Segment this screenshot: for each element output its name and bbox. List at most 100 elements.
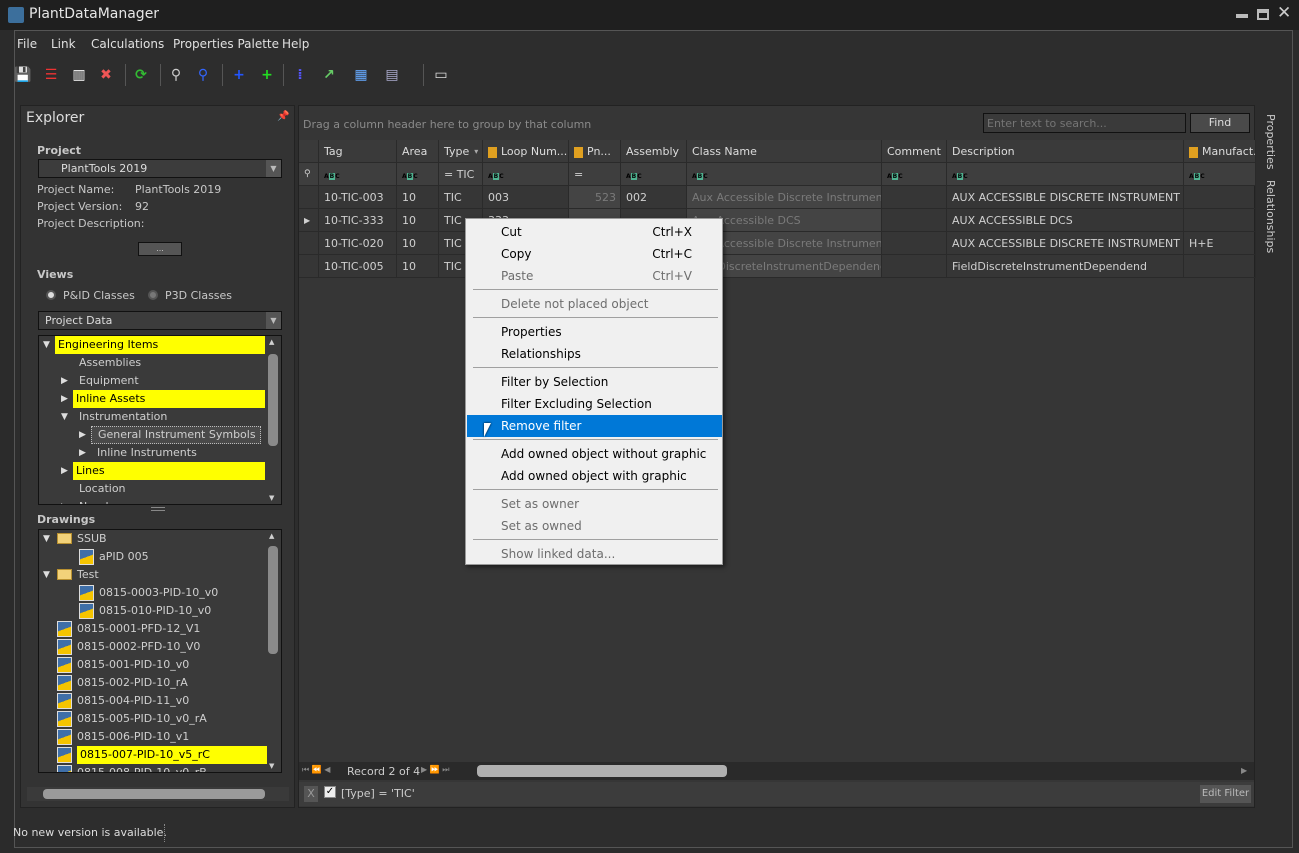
tree-item[interactable]: Engineering Items: [55, 336, 265, 354]
pin-icon[interactable]: 📌: [277, 111, 289, 122]
find-replace-icon[interactable]: ⚲: [194, 66, 212, 84]
drawing-item[interactable]: 0815-005-PID-10_v0_rA: [77, 710, 207, 728]
delete-icon[interactable]: ✖: [97, 66, 115, 84]
maximize-button[interactable]: [1257, 9, 1269, 20]
column-header-comment[interactable]: Comment: [882, 140, 947, 163]
group-by-area[interactable]: Drag a column header here to group by th…: [303, 118, 591, 131]
row-indicator[interactable]: [299, 232, 319, 255]
splitter-handle[interactable]: [151, 507, 165, 511]
filter-cell[interactable]: ABC: [397, 163, 439, 186]
tree-item[interactable]: Inline Instruments: [91, 444, 197, 462]
drawing-item[interactable]: SSUB: [77, 530, 107, 548]
grid-cell[interactable]: [882, 255, 947, 278]
grid-cell[interactable]: 10-TIC-003: [319, 186, 397, 209]
drawing-item[interactable]: 0815-004-PID-11_v0: [77, 692, 189, 710]
filter-funnel-icon[interactable]: ▾: [474, 147, 478, 156]
filter-cell[interactable]: ABC: [1184, 163, 1256, 186]
export-icon[interactable]: ↗: [320, 66, 338, 84]
tree-item[interactable]: Lines: [73, 462, 265, 480]
drawing-item[interactable]: 0815-0001-PFD-12_V1: [77, 620, 200, 638]
grid-cell[interactable]: 10-TIC-333: [319, 209, 397, 232]
drawing-item[interactable]: 0815-010-PID-10_v0: [99, 602, 211, 620]
drawing-item[interactable]: 0815-007-PID-10_v5_rC: [77, 746, 267, 764]
drawing-item[interactable]: 0815-002-PID-10_rA: [77, 674, 188, 692]
filter-cell[interactable]: =: [569, 163, 621, 186]
tree-item[interactable]: Assemblies: [73, 354, 141, 372]
grid-cell[interactable]: 523: [569, 186, 621, 209]
close-report-icon[interactable]: ▭: [432, 66, 450, 84]
columns-icon[interactable]: ▥: [70, 66, 88, 84]
grid-cell[interactable]: 003: [483, 186, 569, 209]
row-indicator[interactable]: [299, 255, 319, 278]
tree-item[interactable]: Instrumentation: [73, 408, 167, 426]
tree-item[interactable]: Inline Assets: [73, 390, 265, 408]
grid-cell[interactable]: AUX ACCESSIBLE DISCRETE INSTRUMENT: [947, 232, 1184, 255]
grid-cell[interactable]: 10: [397, 186, 439, 209]
grid-cell[interactable]: 10-TIC-020: [319, 232, 397, 255]
tree-item[interactable]: Location: [73, 480, 126, 498]
row-indicator[interactable]: [299, 186, 319, 209]
menu-calculations[interactable]: Calculations: [91, 37, 164, 51]
grid-cell[interactable]: [1184, 186, 1256, 209]
drawings-scrollbar[interactable]: ▲ ▼: [267, 530, 279, 772]
column-header-area[interactable]: Area: [397, 140, 439, 163]
column-header-pn[interactable]: Pn...: [569, 140, 621, 163]
view-select[interactable]: Project Data ▼: [38, 311, 282, 330]
explorer-hscrollbar[interactable]: [27, 787, 289, 801]
menu-item-set-as-owner[interactable]: Set as owner: [467, 493, 722, 515]
menu-item-copy[interactable]: Copy Ctrl+C: [467, 243, 722, 265]
column-header-description[interactable]: Description: [947, 140, 1184, 163]
class-tree[interactable]: ▲ ▼ ▼ Engineering Items Assemblies ▶ Equipmen…: [38, 335, 282, 505]
grid-cell[interactable]: [1184, 209, 1256, 232]
drawing-item[interactable]: Test: [77, 566, 99, 584]
menu-item-show-linked-data[interactable]: Show linked data...: [467, 543, 722, 565]
collapsed-triangle-icon[interactable]: ▶: [61, 394, 68, 404]
filter-cell[interactable]: = TIC: [439, 163, 483, 186]
filter-cell[interactable]: ABC: [687, 163, 882, 186]
grid-cell[interactable]: [882, 209, 947, 232]
menu-item-set-as-owned[interactable]: Set as owned: [467, 515, 722, 537]
tree-item[interactable]: Nozzles: [73, 498, 121, 504]
grid-hscrollbar[interactable]: [477, 765, 727, 777]
add-owned-icon[interactable]: +: [258, 66, 276, 84]
drawing-item[interactable]: aPID 005: [99, 548, 149, 566]
tree-item[interactable]: General Instrument Symbols: [91, 426, 261, 444]
filter-cell[interactable]: ABC: [483, 163, 569, 186]
menu-item-filter-excluding-selection[interactable]: Filter Excluding Selection: [467, 393, 722, 415]
menu-link[interactable]: Link: [51, 37, 76, 51]
project-select[interactable]: PlantTools 2019 ▼: [38, 159, 282, 178]
grid-cell[interactable]: 10: [397, 232, 439, 255]
filter-cell[interactable]: ABC: [319, 163, 397, 186]
collapsed-triangle-icon[interactable]: ▶: [61, 502, 68, 504]
collapsed-triangle-icon[interactable]: ▶: [61, 376, 68, 386]
expanded-triangle-icon[interactable]: ▼: [43, 570, 50, 580]
import-icon[interactable]: ▦: [352, 66, 370, 84]
menu-help[interactable]: Help: [282, 37, 309, 51]
nav-next-last-buttons[interactable]: ▶ ⏩ ⏭: [421, 765, 449, 775]
grid-cell[interactable]: 10-TIC-005: [319, 255, 397, 278]
grid-cell[interactable]: [1184, 255, 1256, 278]
menu-properties-palette[interactable]: Properties Palette: [173, 37, 279, 51]
drawing-item[interactable]: 0815-006-PID-10_v1: [77, 728, 189, 746]
filter-expression[interactable]: [Type] = 'TIC': [341, 787, 415, 800]
menu-file[interactable]: File: [17, 37, 37, 51]
collapsed-triangle-icon[interactable]: ▶: [61, 466, 68, 476]
radio-pid-classes[interactable]: [46, 290, 56, 300]
filter-enabled-checkbox[interactable]: ✓: [324, 786, 336, 798]
column-header-assembly[interactable]: Assembly: [621, 140, 687, 163]
grid-cell[interactable]: FieldDiscreteInstrumentDependend: [947, 255, 1184, 278]
minimize-button[interactable]: [1236, 14, 1248, 18]
grid-cell[interactable]: 10: [397, 209, 439, 232]
menu-item-remove-filter[interactable]: Remove filter: [467, 415, 722, 437]
menu-item-cut[interactable]: Cut Ctrl+X: [467, 221, 722, 243]
filter-cell[interactable]: ABC: [947, 163, 1184, 186]
tab-properties[interactable]: Properties: [1264, 114, 1277, 170]
grid-cell[interactable]: [882, 232, 947, 255]
split-icon[interactable]: ⁞: [291, 66, 309, 84]
column-header-manufact[interactable]: Manufact...: [1184, 140, 1256, 163]
menu-item-add-owned-object-without-graphic[interactable]: Add owned object without graphic: [467, 443, 722, 465]
nav-first-prev-buttons[interactable]: ⏮ ⏪ ◀: [302, 765, 330, 775]
more-button[interactable]: ...: [138, 242, 182, 256]
clear-filter-button[interactable]: X: [304, 786, 318, 802]
expanded-triangle-icon[interactable]: ▼: [61, 412, 68, 422]
